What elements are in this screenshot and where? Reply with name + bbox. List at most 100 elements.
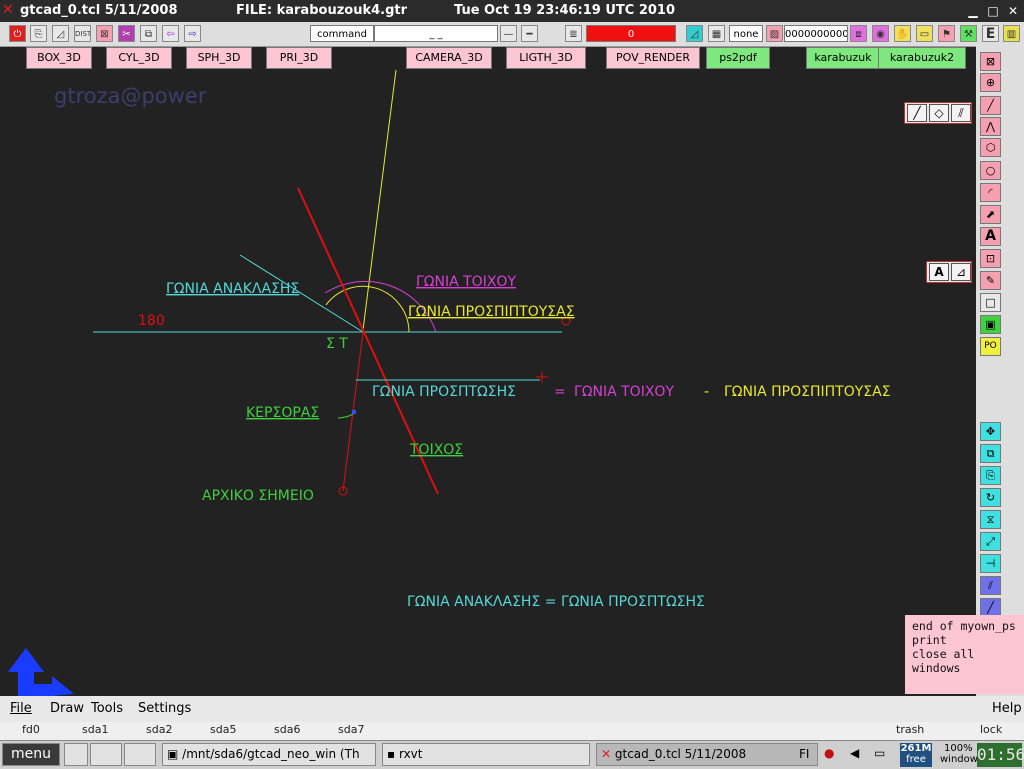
- history-line: close all: [912, 647, 975, 661]
- copy-tool-icon[interactable]: ⧉: [980, 444, 1001, 463]
- ligth-3d-button[interactable]: LIGTH_3D: [506, 47, 586, 69]
- duplicate-icon[interactable]: ⎘: [980, 466, 1001, 485]
- select-icon[interactable]: ⊠: [980, 52, 1001, 71]
- pen-icon[interactable]: ✎: [980, 271, 1001, 290]
- trim-icon[interactable]: ⊣: [980, 554, 1001, 573]
- text-a-icon[interactable]: A: [929, 263, 949, 281]
- cyl-3d-button[interactable]: CYL_3D: [106, 47, 172, 69]
- monitor-icon[interactable]: ▭: [874, 746, 885, 760]
- desktop-icon-sda5[interactable]: sda5: [210, 723, 236, 736]
- circle-icon[interactable]: ○: [980, 161, 1001, 180]
- desktop-icon-sda6[interactable]: sda6: [274, 723, 300, 736]
- desktop-icon-sda2[interactable]: sda2: [146, 723, 172, 736]
- erase-icon[interactable]: ⊠: [96, 25, 113, 42]
- diamond-icon[interactable]: ◇: [929, 104, 949, 122]
- minimize-icon[interactable]: ▁: [966, 4, 980, 18]
- karabuzuk2-button[interactable]: karabuzuk2: [878, 47, 966, 69]
- cube-icon[interactable]: ▣: [980, 315, 1001, 334]
- ps2pdf-button[interactable]: ps2pdf: [706, 47, 770, 69]
- memory-value: 261M: [900, 743, 932, 754]
- redo-icon[interactable]: ⇨: [184, 25, 201, 42]
- menu-help[interactable]: Help: [992, 701, 1022, 716]
- chart-icon[interactable]: ◿: [52, 25, 69, 42]
- label-angle-wall-2: ΓΩΝΙΑ ΤΟΙΧΟΥ: [574, 384, 674, 400]
- crosshair-icon[interactable]: ⊕: [980, 73, 1001, 92]
- karabuzuk-button[interactable]: karabuzuk: [806, 47, 880, 69]
- close-icon[interactable]: ✕: [1006, 4, 1020, 18]
- square-icon[interactable]: □: [980, 293, 1001, 312]
- menu-button[interactable]: menu: [2, 743, 60, 766]
- power-icon[interactable]: ⏻: [9, 25, 26, 42]
- task-file-manager-label: /mnt/sda6/gtcad_neo_win (Th: [182, 747, 360, 761]
- network-icon[interactable]: ●: [824, 746, 834, 760]
- task-rxvt[interactable]: ▪ rxvt: [382, 743, 590, 766]
- desktop-pager-1[interactable]: [64, 743, 88, 766]
- menu-draw[interactable]: Draw: [50, 701, 84, 716]
- book-icon[interactable]: ▥: [1003, 25, 1020, 42]
- line-thick-icon[interactable]: ━: [521, 25, 538, 42]
- app-icon[interactable]: ✕: [2, 2, 14, 18]
- grid-icon[interactable]: ▦: [708, 25, 725, 42]
- parallel-icon[interactable]: ⫽: [951, 104, 971, 122]
- camera-icon[interactable]: ◉: [872, 25, 889, 42]
- command-input[interactable]: _ _: [374, 25, 498, 42]
- desktop-icon-sda7[interactable]: sda7: [338, 723, 364, 736]
- scale-icon[interactable]: ⤢: [980, 532, 1001, 551]
- frame-icon[interactable]: ⧈: [850, 25, 867, 42]
- drawing-svg: ΓΩΝΙΑ ΤΟΙΧΟΥ ΓΩΝΙΑ ΑΝΑΚΛΑΣΗΣ ΓΩΝΙΑ ΠΡΟΣΠ…: [8, 70, 891, 696]
- task-gtcad[interactable]: ✕ gtcad_0.tcl 5/11/2008 FI: [596, 743, 818, 766]
- tools-icon[interactable]: ⚒: [960, 25, 977, 42]
- desktop-icon-trash[interactable]: trash: [896, 723, 924, 736]
- desktop-pager-3[interactable]: [124, 743, 156, 766]
- flag-icon[interactable]: ⚑: [938, 25, 955, 42]
- volume-icon[interactable]: ◀: [850, 746, 859, 760]
- distance-icon[interactable]: DIST: [74, 25, 91, 42]
- rect-icon[interactable]: ▭: [916, 25, 933, 42]
- angle-icon[interactable]: ◿: [686, 25, 703, 42]
- history-line: end of myown_ps: [912, 619, 1016, 633]
- offset-icon[interactable]: ⫽: [980, 576, 1001, 595]
- desktop-icon-lock[interactable]: lock: [980, 723, 1002, 736]
- bits-field[interactable]: 0000000000: [784, 25, 848, 42]
- task-file-manager[interactable]: ▣ /mnt/sda6/gtcad_neo_win (Th: [162, 743, 376, 766]
- pov-render-button[interactable]: POV_RENDER: [606, 47, 700, 69]
- hatch-icon[interactable]: ▨: [766, 25, 783, 42]
- sph-3d-button[interactable]: SPH_3D: [186, 47, 252, 69]
- maximize-icon[interactable]: □: [986, 4, 1000, 18]
- text-tool-icon[interactable]: A: [980, 227, 1001, 246]
- text-edit-icon[interactable]: ⊿: [951, 263, 971, 281]
- draw-line-icon[interactable]: ╱: [980, 96, 1001, 115]
- pov-icon[interactable]: PO: [980, 337, 1001, 356]
- arrow-box-icon[interactable]: ⬈: [980, 205, 1001, 224]
- move-icon[interactable]: ✥: [980, 422, 1001, 441]
- polyline-icon[interactable]: ⋀: [980, 117, 1001, 136]
- box-3d-button[interactable]: BOX_3D: [26, 47, 92, 69]
- copy-icon[interactable]: ⧉: [140, 25, 157, 42]
- line-icon[interactable]: ╱: [907, 104, 927, 122]
- menu-tools[interactable]: Tools: [91, 701, 123, 716]
- none-field[interactable]: none: [729, 25, 763, 42]
- arc-icon[interactable]: ◜: [980, 183, 1001, 202]
- polygon-icon[interactable]: ⬡: [980, 138, 1001, 157]
- undo-icon[interactable]: ⇦: [162, 25, 179, 42]
- layers-icon[interactable]: ≣: [565, 25, 582, 42]
- hand-icon[interactable]: ✋: [894, 25, 911, 42]
- taskbar: menu ▣ /mnt/sda6/gtcad_neo_win (Th ▪ rxv…: [0, 740, 1024, 769]
- color-field[interactable]: 0: [586, 25, 676, 42]
- line-thin-icon[interactable]: —: [500, 25, 517, 42]
- menu-file[interactable]: File: [10, 701, 32, 716]
- pri-3d-button[interactable]: PRI_3D: [266, 47, 332, 69]
- delete-icon[interactable]: ✂: [118, 25, 135, 42]
- desktop-icon-sda1[interactable]: sda1: [82, 723, 108, 736]
- layer-e-icon[interactable]: E: [982, 25, 999, 42]
- desktop-pager-2[interactable]: [90, 743, 122, 766]
- camera-3d-button[interactable]: CAMERA_3D: [406, 47, 492, 69]
- open-file-icon[interactable]: ⎘: [30, 25, 47, 42]
- desktop-icon-fd0[interactable]: fd0: [22, 723, 40, 736]
- label-180: 180: [138, 313, 165, 329]
- text-frame-icon[interactable]: ⊡: [980, 249, 1001, 268]
- menu-settings[interactable]: Settings: [138, 701, 191, 716]
- mirror-icon[interactable]: ⧖: [980, 510, 1001, 529]
- task-gtcad-label: gtcad_0.tcl 5/11/2008: [614, 747, 747, 761]
- rotate-icon[interactable]: ↻: [980, 488, 1001, 507]
